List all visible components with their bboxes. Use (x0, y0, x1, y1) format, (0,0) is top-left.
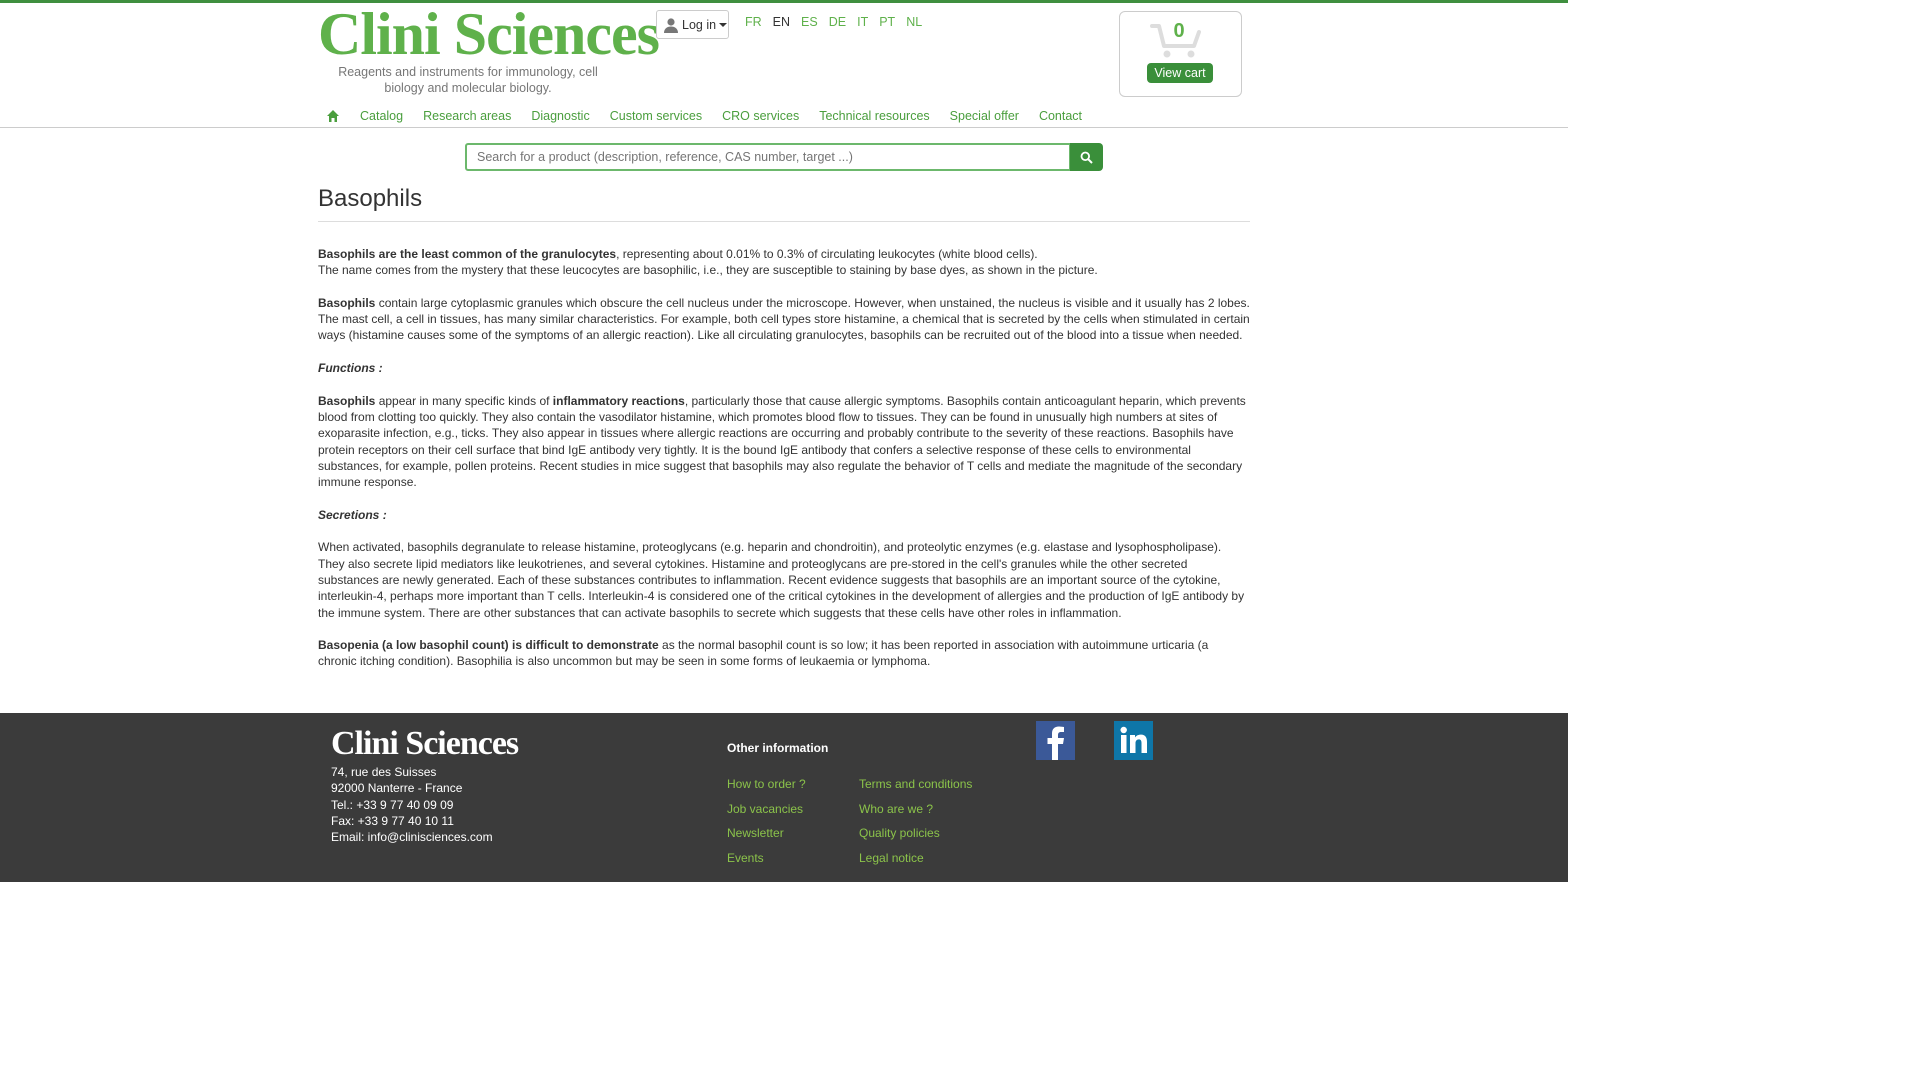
nav-custom-services[interactable]: Custom services (610, 106, 702, 126)
footer-link-events[interactable]: Events (727, 846, 806, 871)
nav-research-areas[interactable]: Research areas (423, 106, 511, 126)
lang-nl[interactable]: NL (906, 15, 922, 29)
footer-link-legal-notice[interactable]: Legal notice (859, 846, 972, 871)
title-divider (318, 221, 1250, 222)
nav-cro-services[interactable]: CRO services (722, 106, 799, 126)
nav-special-offer[interactable]: Special offer (950, 106, 1019, 126)
language-switcher: FR EN ES DE IT PT NL (745, 15, 933, 29)
login-label: Log in (682, 17, 717, 32)
view-cart-button[interactable]: View cart (1147, 63, 1213, 83)
main-nav: Catalog Research areas Diagnostic Custom… (318, 106, 1092, 126)
lang-it[interactable]: IT (857, 15, 868, 29)
secretions-heading: Secretions : (318, 507, 387, 522)
search-input[interactable] (465, 143, 1071, 171)
footer-link-who-are-we[interactable]: Who are we ? (859, 797, 972, 822)
tagline: Reagents and instruments for immunology,… (338, 65, 598, 95)
functions-heading: Functions : (318, 361, 383, 376)
nav-catalog[interactable]: Catalog (360, 106, 403, 126)
lang-de[interactable]: DE (829, 15, 846, 29)
footer-link-newsletter[interactable]: Newsletter (727, 821, 806, 846)
nav-diagnostic[interactable]: Diagnostic (531, 106, 589, 126)
top-accent-bar (0, 0, 1568, 3)
linkedin-icon[interactable] (1114, 721, 1153, 760)
page-title: Basophils (318, 185, 423, 212)
footer-address: 74, rue des Suisses 92000 Nanterre - Fra… (331, 765, 493, 845)
lang-es[interactable]: ES (801, 15, 818, 29)
article-content: Basophils are the least common of the gr… (318, 246, 1250, 686)
footer-link-quality-policies[interactable]: Quality policies (859, 821, 972, 846)
home-icon[interactable] (326, 109, 340, 123)
nav-divider (0, 127, 1568, 128)
nav-contact[interactable]: Contact (1039, 106, 1082, 126)
nav-technical-resources[interactable]: Technical resources (819, 106, 929, 126)
search-icon (1080, 151, 1093, 164)
footer: Clini Sciences 74, rue des Suisses 92000… (0, 713, 1568, 882)
paragraph-secretions: When activated, basophils degranulate to… (318, 540, 1245, 620)
user-icon (664, 17, 678, 33)
lang-en[interactable]: EN (773, 15, 790, 29)
site-logo[interactable]: Clini Sciences (318, 4, 660, 64)
footer-logo: Clini Sciences (331, 725, 519, 762)
search-button[interactable] (1070, 143, 1103, 171)
lang-fr[interactable]: FR (745, 15, 762, 29)
footer-links-col2: Terms and conditions Who are we ? Qualit… (859, 772, 972, 870)
footer-links-col1: How to order ? Job vacancies Newsletter … (727, 772, 806, 870)
facebook-icon[interactable] (1036, 721, 1075, 760)
lang-pt[interactable]: PT (879, 15, 895, 29)
footer-other-heading: Other information (727, 741, 829, 755)
login-dropdown[interactable]: Log in (656, 10, 729, 39)
footer-link-how-to-order[interactable]: How to order ? (727, 772, 806, 797)
cart-box: 0 View cart (1119, 11, 1242, 97)
paragraph-functions: Basophils appear in many specific kinds … (318, 393, 1246, 490)
chevron-down-icon (719, 22, 728, 27)
footer-link-job-vacancies[interactable]: Job vacancies (727, 797, 806, 822)
paragraph-description: Basophils contain large cytoplasmic gran… (318, 295, 1250, 343)
paragraph-basopenia: Basopenia (a low basophil count) is diff… (318, 638, 1209, 669)
footer-link-terms[interactable]: Terms and conditions (859, 772, 972, 797)
brand: Clini Sciences Reagents and instruments … (318, 4, 660, 96)
paragraph-intro: Basophils are the least common of the gr… (318, 247, 1098, 278)
cart-count: 0 (1173, 20, 1185, 42)
